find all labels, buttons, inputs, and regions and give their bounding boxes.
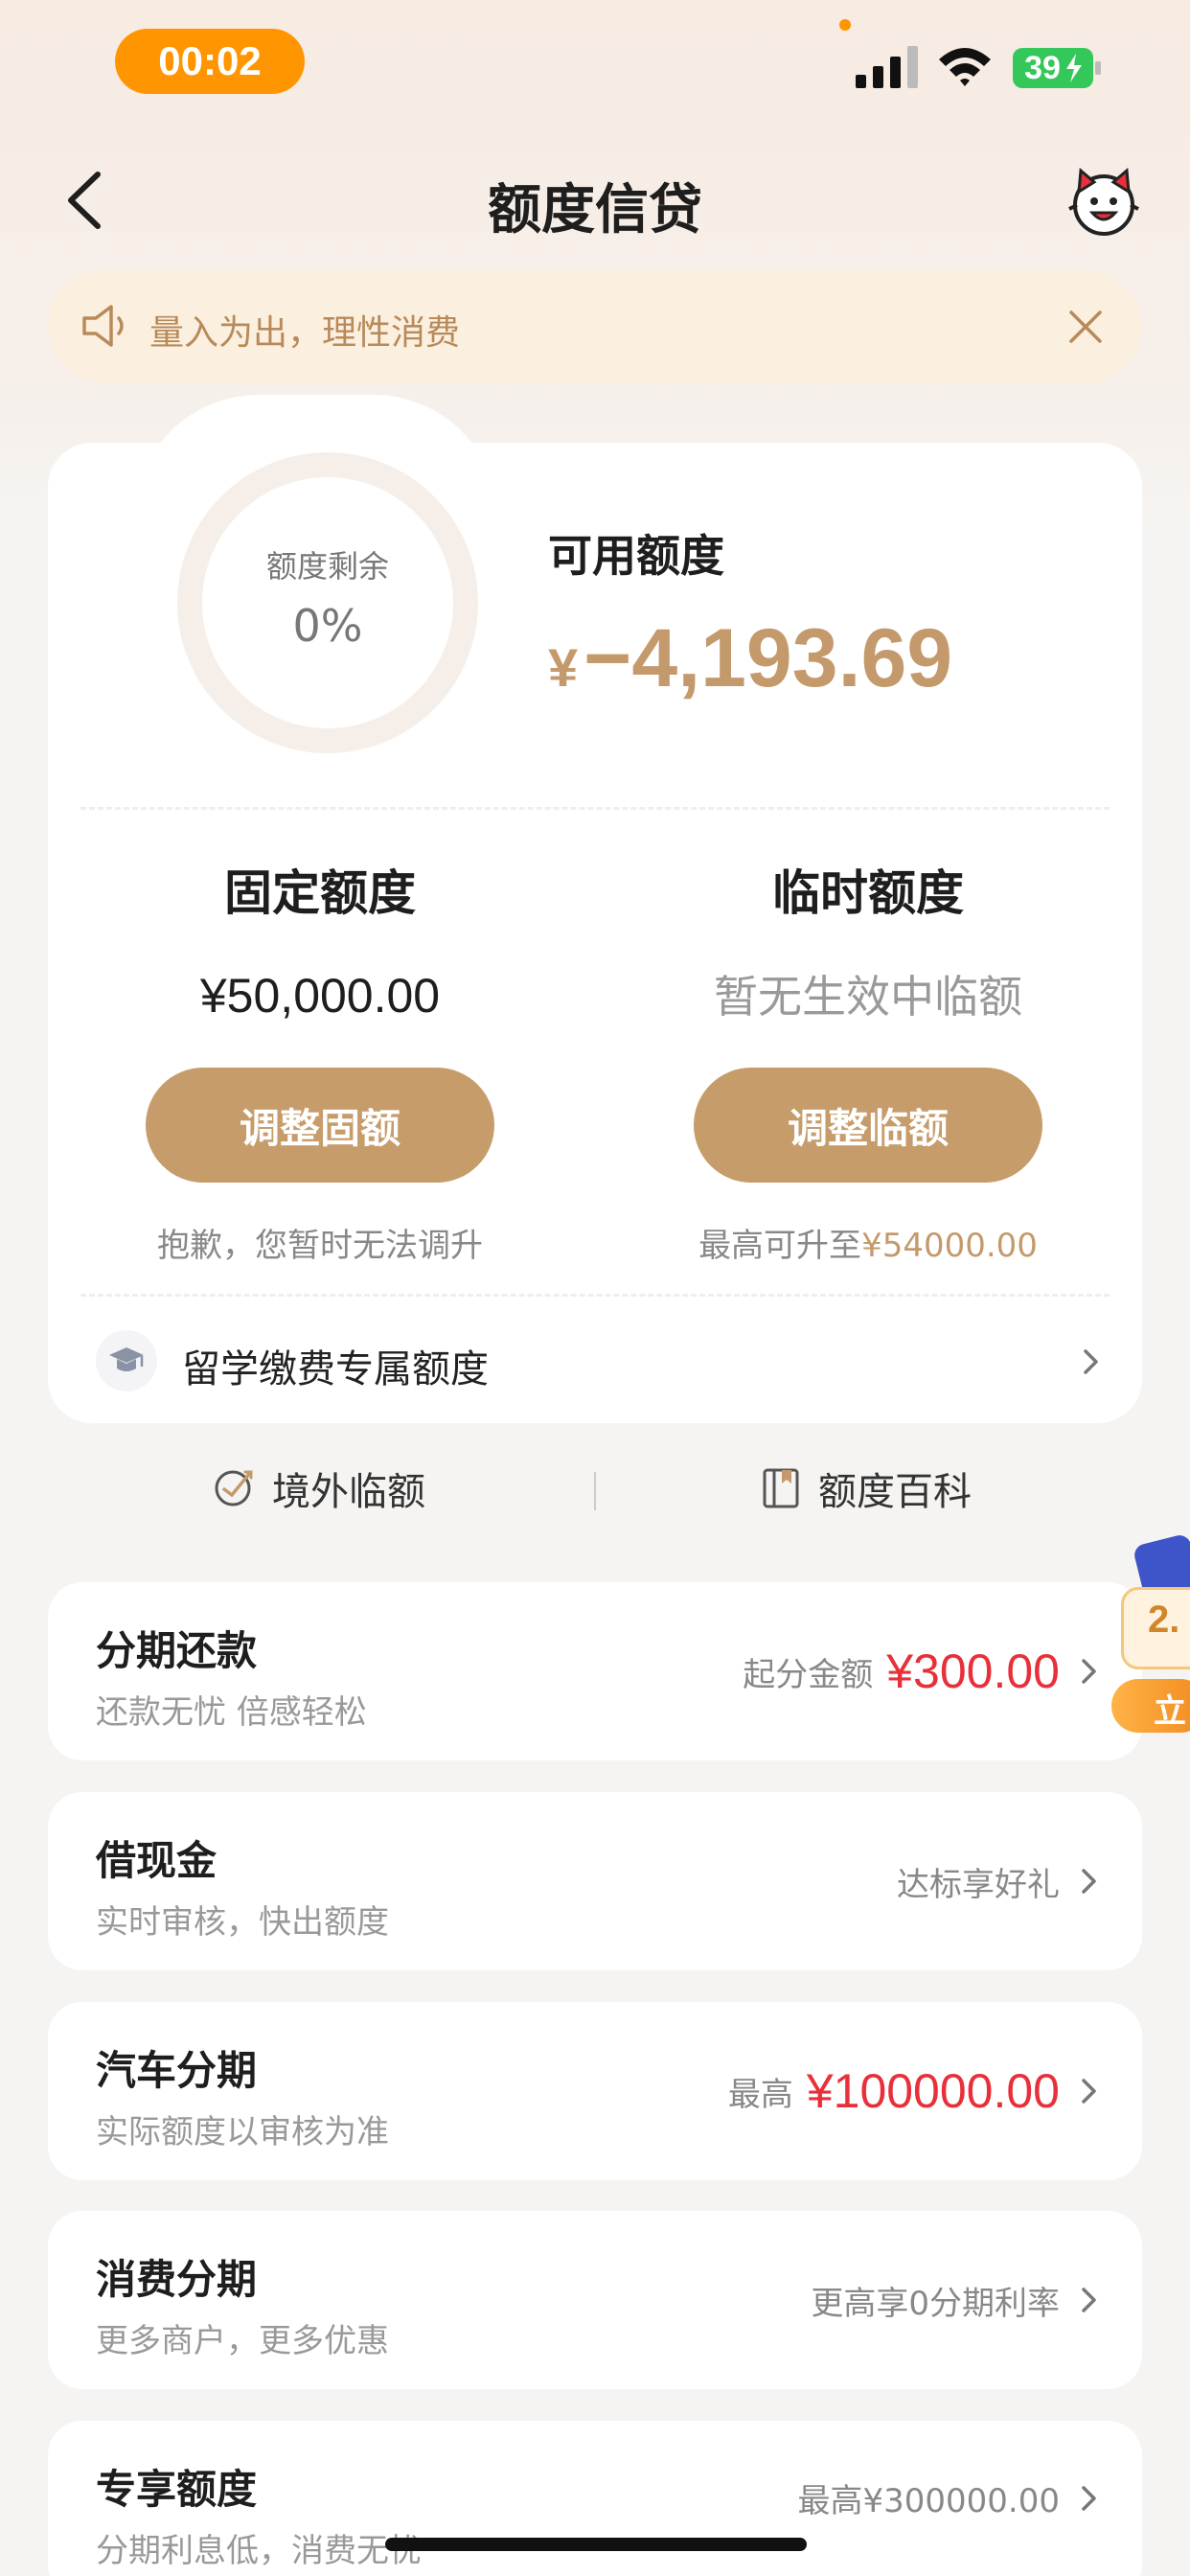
status-bar: 00:02 39 xyxy=(0,0,1190,125)
list-item-title: 借现金 xyxy=(96,1837,217,1884)
chevron-right-icon xyxy=(1082,1659,1096,1684)
study-abroad-credit-label: 留学缴费专属额度 xyxy=(182,1347,489,1392)
list-item-cash-loan[interactable]: 借现金 实时审核，快出额度 达标享好礼 xyxy=(48,1792,1142,1970)
list-item-right-prefix: 最高¥300000.00 xyxy=(797,2481,1061,2520)
overseas-temp-credit-link[interactable]: 境外临额 xyxy=(211,1460,425,1516)
nav-bar: 额度信贷 xyxy=(0,153,1190,249)
list-item-right-prefix: 起分金额 xyxy=(743,1655,874,1694)
temp-credit-value: 暂无生效中临额 xyxy=(714,971,1022,1023)
list-item-right-info: 达标享好礼 xyxy=(897,1792,1060,1970)
list-item-title: 消费分期 xyxy=(96,2256,258,2303)
list-item-installment-repayment[interactable]: 分期还款 还款无忧 倍感轻松 起分金额 ¥300.00 xyxy=(48,1582,1142,1760)
status-time: 00:02 xyxy=(115,29,305,94)
notice-banner: 量入为出，理性消费 xyxy=(48,270,1142,383)
sub-links-divider xyxy=(594,1472,596,1510)
list-item-right-info: 起分金额 ¥300.00 xyxy=(743,1582,1060,1760)
list-item-subtitle: 还款无忧 倍感轻松 xyxy=(96,1693,367,1732)
list-item-consumer-installment[interactable]: 消费分期 更多商户，更多优惠 更高享0分期利率 xyxy=(48,2211,1142,2389)
book-icon xyxy=(763,1468,799,1508)
list-item-subtitle: 实时审核，快出额度 xyxy=(96,1903,389,1942)
temp-credit-title: 临时额度 xyxy=(772,865,964,921)
list-item-title: 分期还款 xyxy=(96,1627,258,1674)
close-icon[interactable] xyxy=(1062,303,1110,351)
battery-level: 39 xyxy=(1024,49,1061,86)
ring-label: 额度剩余 xyxy=(265,548,389,585)
list-item-right-amount: ¥100000.00 xyxy=(806,2064,1060,2118)
notice-text: 量入为出，理性消费 xyxy=(149,313,461,353)
chevron-right-icon xyxy=(1084,1349,1098,1374)
promo-text: 2. xyxy=(1148,1598,1180,1641)
page-title: 额度信贷 xyxy=(488,179,702,242)
list-item-right-prefix: 更高享0分期利率 xyxy=(811,2284,1060,2323)
wifi-icon xyxy=(939,48,991,86)
list-item-subtitle: 更多商户，更多优惠 xyxy=(96,2322,389,2360)
list-item-right-info: 更高享0分期利率 xyxy=(811,2211,1060,2389)
home-indicator xyxy=(385,2538,807,2551)
credit-encyclopedia-link[interactable]: 额度百科 xyxy=(761,1460,972,1516)
chevron-right-icon xyxy=(1082,2486,1096,2511)
fixed-credit-value: ¥50,000.00 xyxy=(199,969,441,1023)
overseas-plane-icon xyxy=(215,1470,253,1506)
fixed-credit-note: 抱歉，您暂时无法调升 xyxy=(157,1227,483,1265)
list-item-auto-installment[interactable]: 汽车分期 实际额度以审核为准 最高 ¥100000.00 xyxy=(48,2002,1142,2180)
list-item-subtitle: 实际额度以审核为准 xyxy=(96,2113,389,2151)
temp-credit-note: 最高可升至¥54000.00 xyxy=(629,1219,1108,1266)
temp-note-amount: ¥54000.00 xyxy=(861,1227,1038,1265)
list-item-right-amount: ¥300.00 xyxy=(886,1644,1060,1698)
available-amount-value: −4,193.69 xyxy=(584,612,953,704)
available-credit-amount: ¥−4,193.69 xyxy=(548,606,952,721)
list-item-title: 汽车分期 xyxy=(96,2047,258,2094)
currency-symbol: ¥ xyxy=(548,637,579,698)
ring-value: 0% xyxy=(292,600,363,652)
cellular-signal-icon xyxy=(856,46,918,88)
list-item-subtitle: 分期利息低，消费无忧 xyxy=(96,2532,422,2570)
list-item-title: 专享额度 xyxy=(96,2466,258,2513)
adjust-fixed-credit-button[interactable]: 调整固额 xyxy=(146,1068,494,1183)
list-item-exclusive-credit[interactable]: 专享额度 分期利息低，消费无忧 最高¥300000.00 xyxy=(48,2421,1142,2576)
chevron-right-icon xyxy=(1082,1869,1096,1894)
study-abroad-credit-row[interactable]: 留学缴费专属额度 xyxy=(48,1313,1142,1409)
fixed-credit-title: 固定额度 xyxy=(224,865,416,921)
credit-encyclopedia-label: 额度百科 xyxy=(818,1470,972,1514)
list-item-right-prefix: 最高 xyxy=(727,2075,793,2114)
list-item-right-info: 最高¥300000.00 xyxy=(798,2421,1061,2574)
graduation-cap-icon xyxy=(96,1330,157,1392)
floating-promo-widget[interactable]: 2. 立 xyxy=(1111,1524,1190,1744)
list-item-right-prefix: 达标享好礼 xyxy=(897,1865,1060,1904)
chevron-right-icon xyxy=(1082,2079,1096,2104)
temp-note-prefix: 最高可升至 xyxy=(698,1227,862,1265)
available-credit-label: 可用额度 xyxy=(548,530,724,582)
promo-button-label: 立 xyxy=(1154,1692,1186,1731)
chevron-right-icon xyxy=(1082,2288,1096,2312)
privacy-indicator-dot xyxy=(839,19,851,31)
divider xyxy=(80,807,1110,810)
list-item-right-info: 最高 ¥100000.00 xyxy=(728,2002,1060,2180)
credit-sub-links: 境外临额 额度百科 xyxy=(48,1426,1142,1551)
adjust-temp-credit-button[interactable]: 调整临额 xyxy=(694,1068,1042,1183)
divider xyxy=(80,1294,1110,1297)
speaker-icon xyxy=(82,305,124,347)
mascot-avatar-icon[interactable] xyxy=(1064,163,1144,240)
overseas-temp-credit-label: 境外临额 xyxy=(272,1470,425,1514)
